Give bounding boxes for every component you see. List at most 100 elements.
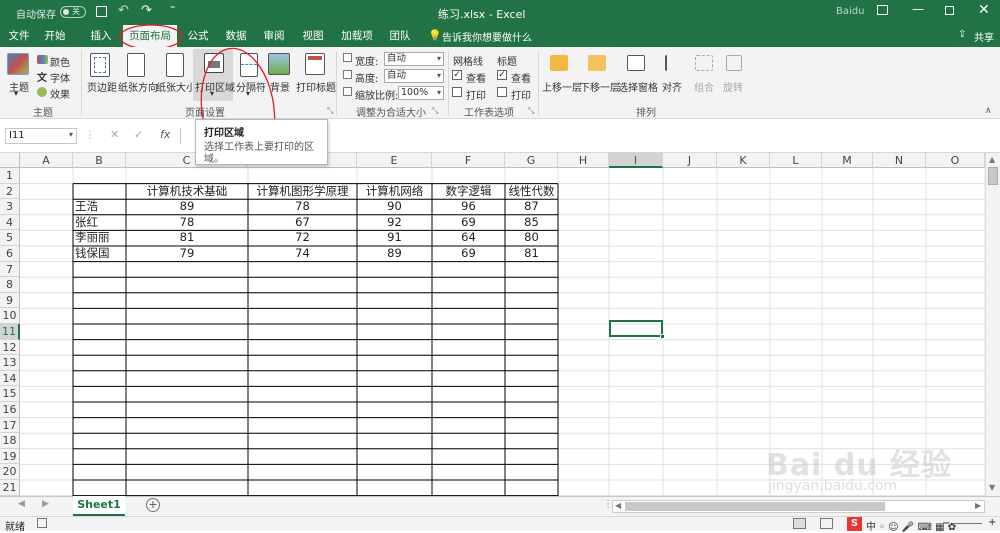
score-cell[interactable]: 72: [250, 230, 355, 246]
bring-forward-button[interactable]: 上移一层: [542, 79, 582, 94]
vertical-scroll-thumb[interactable]: [988, 167, 998, 185]
themes-icon[interactable]: [7, 53, 29, 75]
name-box[interactable]: I11: [5, 128, 77, 144]
headings-view-checkbox[interactable]: ✓: [497, 70, 507, 80]
tab-addins[interactable]: 加载项: [337, 25, 377, 47]
sheet-options-launcher-icon[interactable]: ⤡: [528, 106, 534, 116]
score-cell[interactable]: 78: [250, 199, 355, 215]
customize-qat-icon[interactable]: ⁼: [170, 4, 175, 15]
add-sheet-icon[interactable]: +: [146, 498, 160, 512]
collapse-ribbon-icon[interactable]: ∧: [985, 106, 992, 116]
score-cell[interactable]: 90: [359, 199, 430, 215]
table-header-cell[interactable]: 计算机技术基础: [128, 184, 246, 200]
orientation-icon[interactable]: [127, 53, 145, 77]
scale-input[interactable]: 100%: [398, 86, 444, 100]
horizontal-scrollbar[interactable]: ◀ ▶: [612, 500, 985, 513]
restore-icon[interactable]: [945, 6, 954, 15]
size-icon[interactable]: [166, 53, 184, 77]
sogou-ime-icon[interactable]: S: [847, 517, 862, 531]
score-cell[interactable]: 79: [128, 246, 246, 262]
themes-button-label[interactable]: 主题: [9, 79, 29, 94]
minimize-icon[interactable]: —: [912, 2, 924, 16]
width-select[interactable]: 自动: [384, 52, 444, 66]
send-backward-button[interactable]: 下移一层: [580, 79, 620, 94]
tab-insert[interactable]: 插入: [84, 25, 118, 47]
score-cell[interactable]: 81: [507, 246, 556, 262]
effects-button[interactable]: 效果: [50, 86, 70, 101]
cancel-icon[interactable]: ✕: [110, 128, 119, 141]
next-sheet-icon[interactable]: ▶: [42, 499, 49, 509]
fill-handle[interactable]: [660, 334, 665, 339]
student-name-cell[interactable]: 李丽丽: [75, 230, 124, 246]
selection-pane-button[interactable]: 选择窗格: [618, 79, 658, 94]
margins-icon[interactable]: [90, 53, 110, 77]
table-header-cell[interactable]: 数字逻辑: [434, 184, 503, 200]
score-cell[interactable]: 80: [507, 230, 556, 246]
insert-function-icon[interactable]: fx: [160, 128, 170, 141]
macro-record-icon[interactable]: [37, 518, 47, 528]
autosave-toggle[interactable]: 关: [60, 6, 86, 18]
zoom-in-icon[interactable]: +: [988, 517, 996, 528]
scroll-up-icon[interactable]: ▲: [989, 155, 995, 164]
size-button-label[interactable]: 纸张大小: [156, 79, 196, 94]
gridlines-view-checkbox[interactable]: ✓: [452, 70, 462, 80]
horizontal-scroll-thumb[interactable]: [625, 502, 885, 511]
sheet-tab-sheet1[interactable]: Sheet1: [73, 496, 125, 516]
score-cell[interactable]: 64: [434, 230, 503, 246]
bring-forward-icon[interactable]: [550, 55, 568, 71]
score-cell[interactable]: 91: [359, 230, 430, 246]
selection-pane-icon[interactable]: [627, 55, 645, 71]
score-cell[interactable]: 67: [250, 215, 355, 231]
headings-print-checkbox[interactable]: [497, 87, 507, 97]
align-icon[interactable]: [665, 55, 679, 71]
save-icon[interactable]: [96, 6, 107, 17]
fonts-button[interactable]: 字体: [50, 70, 70, 85]
tab-home[interactable]: 开始: [38, 25, 72, 47]
score-cell[interactable]: 74: [250, 246, 355, 262]
score-cell[interactable]: 69: [434, 215, 503, 231]
send-backward-icon[interactable]: [588, 55, 606, 71]
margins-button-label[interactable]: 页边距: [87, 79, 117, 94]
active-cell-i11[interactable]: [609, 320, 663, 337]
zoom-slider[interactable]: [952, 523, 982, 524]
print-titles-icon[interactable]: [305, 53, 325, 75]
normal-view-icon[interactable]: [793, 518, 806, 529]
score-cell[interactable]: 85: [507, 215, 556, 231]
score-cell[interactable]: 92: [359, 215, 430, 231]
tab-file[interactable]: 文件: [4, 25, 34, 47]
score-cell[interactable]: 89: [128, 199, 246, 215]
score-cell[interactable]: 69: [434, 246, 503, 262]
scroll-left-icon[interactable]: ◀: [615, 501, 621, 510]
share-button[interactable]: 共享: [974, 29, 994, 44]
redo-icon[interactable]: ↷: [141, 3, 152, 18]
tab-view[interactable]: 视图: [296, 25, 330, 47]
table-header-cell[interactable]: 线性代数: [507, 184, 556, 200]
vertical-scrollbar[interactable]: ▲ ▼: [985, 153, 1000, 496]
name-box-dropdown-icon[interactable]: ▾: [69, 130, 73, 139]
share-icon[interactable]: ⇪: [958, 29, 966, 40]
ribbon-display-icon[interactable]: [877, 5, 888, 15]
tell-me-search[interactable]: 告诉我你想要做什么: [442, 29, 532, 44]
colors-button[interactable]: 颜色: [50, 54, 70, 69]
gridlines-print-checkbox[interactable]: [452, 87, 462, 97]
undo-icon[interactable]: ↶: [118, 3, 129, 18]
score-cell[interactable]: 89: [359, 246, 430, 262]
themes-dropdown-icon[interactable]: ▾: [14, 89, 18, 98]
tab-team[interactable]: 团队: [383, 25, 417, 47]
table-header-cell[interactable]: 计算机网络: [359, 184, 430, 200]
height-select[interactable]: 自动: [384, 69, 444, 83]
page-layout-view-icon[interactable]: [820, 518, 833, 529]
align-button[interactable]: 对齐: [662, 79, 682, 94]
table-header-cell[interactable]: 计算机图形学原理: [250, 184, 355, 200]
student-name-cell[interactable]: 王浩: [75, 199, 124, 215]
page-setup-launcher-icon[interactable]: ⤡: [327, 106, 333, 116]
score-cell[interactable]: 78: [128, 215, 246, 231]
score-cell[interactable]: 87: [507, 199, 556, 215]
scroll-down-icon[interactable]: ▼: [989, 483, 995, 492]
score-cell[interactable]: 96: [434, 199, 503, 215]
prev-sheet-icon[interactable]: ◀: [18, 499, 25, 509]
orientation-button-label[interactable]: 纸张方向: [118, 79, 158, 94]
enter-icon[interactable]: ✓: [134, 128, 143, 141]
account-name[interactable]: Baidu: [836, 6, 864, 17]
close-icon[interactable]: ✕: [978, 2, 990, 18]
